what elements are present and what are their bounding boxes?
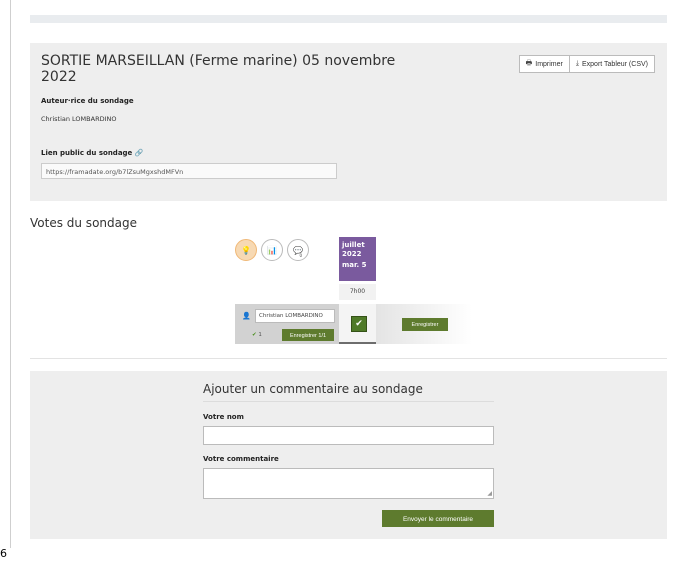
comment-section-title: Ajouter un commentaire au sondage	[203, 382, 423, 396]
date-month: juillet	[342, 241, 365, 249]
date-year: 2022	[342, 250, 362, 258]
ok-count: ✔ 1	[252, 332, 262, 338]
save-zone: Enregistrer	[376, 304, 472, 344]
vote-yes-check-icon[interactable]: ✔	[351, 316, 367, 332]
export-csv-button[interactable]: ⤓ Export Tableur (CSV)	[569, 55, 655, 73]
votes-section-title: Votes du sondage	[30, 216, 137, 230]
print-button[interactable]: 🖶 Imprimer	[518, 55, 570, 73]
public-link-field[interactable]: https://framadate.org/b7lZsuMgxshdMFVn	[41, 163, 337, 179]
lightbulb-icon: 💡	[241, 245, 251, 255]
print-button-label: Imprimer	[535, 60, 563, 68]
date-day: mar. 5	[342, 261, 367, 269]
name-field-label: Votre nom	[203, 413, 244, 421]
public-link-label-row: Lien public du sondage 🔗	[41, 149, 143, 157]
poll-title: SORTIE MARSEILLAN (Ferme marine) 05 nove…	[41, 53, 396, 85]
save-vote-count-button[interactable]: Enregistrer 1/1	[282, 329, 334, 341]
link-icon: 🔗	[134, 149, 144, 157]
poll-summary-panel: SORTIE MARSEILLAN (Ferme marine) 05 nove…	[30, 43, 667, 201]
export-button-group: 🖶 Imprimer ⤓ Export Tableur (CSV)	[518, 55, 655, 73]
save-vote-button[interactable]: Enregistrer	[402, 318, 448, 331]
author-name: Christian LOMBARDINO	[41, 115, 117, 123]
voter-name-input[interactable]: Christian LOMBARDINO	[255, 309, 335, 323]
vote-row: 👤 Christian LOMBARDINO ✔ 1 Enregistrer 1…	[235, 304, 339, 344]
chart-button[interactable]: 📊	[261, 239, 283, 261]
page-corner-digit: 6	[0, 547, 7, 560]
time-column-header: 7h00	[339, 284, 376, 300]
comment-panel: Ajouter un commentaire au sondage Votre …	[30, 371, 667, 539]
download-icon: ⤓	[575, 60, 579, 67]
send-comment-button[interactable]: Envoyer le commentaire	[382, 510, 494, 527]
comment-title-divider	[203, 401, 494, 402]
comment-count: 0	[299, 253, 302, 258]
comment-field-label: Votre commentaire	[203, 455, 279, 463]
printer-icon: 🖶	[525, 59, 533, 67]
vote-cell[interactable]: ✔	[339, 304, 376, 344]
chart-icon: 📊	[267, 245, 277, 255]
public-link-label: Lien public du sondage	[41, 149, 133, 157]
export-csv-button-label: Export Tableur (CSV)	[581, 60, 648, 68]
comments-button[interactable]: 💬 0	[287, 239, 309, 261]
comment-name-input[interactable]	[203, 426, 494, 445]
ok-count-value: 1	[258, 332, 262, 338]
section-divider	[30, 358, 667, 359]
lightbulb-button[interactable]: 💡	[235, 239, 257, 261]
left-border	[10, 0, 11, 548]
user-icon: 👤	[242, 312, 251, 320]
check-icon: ✔	[252, 332, 257, 338]
top-strip	[30, 15, 667, 23]
resize-handle-icon[interactable]: ◢	[487, 491, 492, 497]
author-label: Auteur·rice du sondage	[41, 97, 134, 105]
comment-textarea[interactable]: ◢	[203, 468, 494, 499]
date-column-header: juillet 2022 mar. 5	[339, 237, 376, 281]
